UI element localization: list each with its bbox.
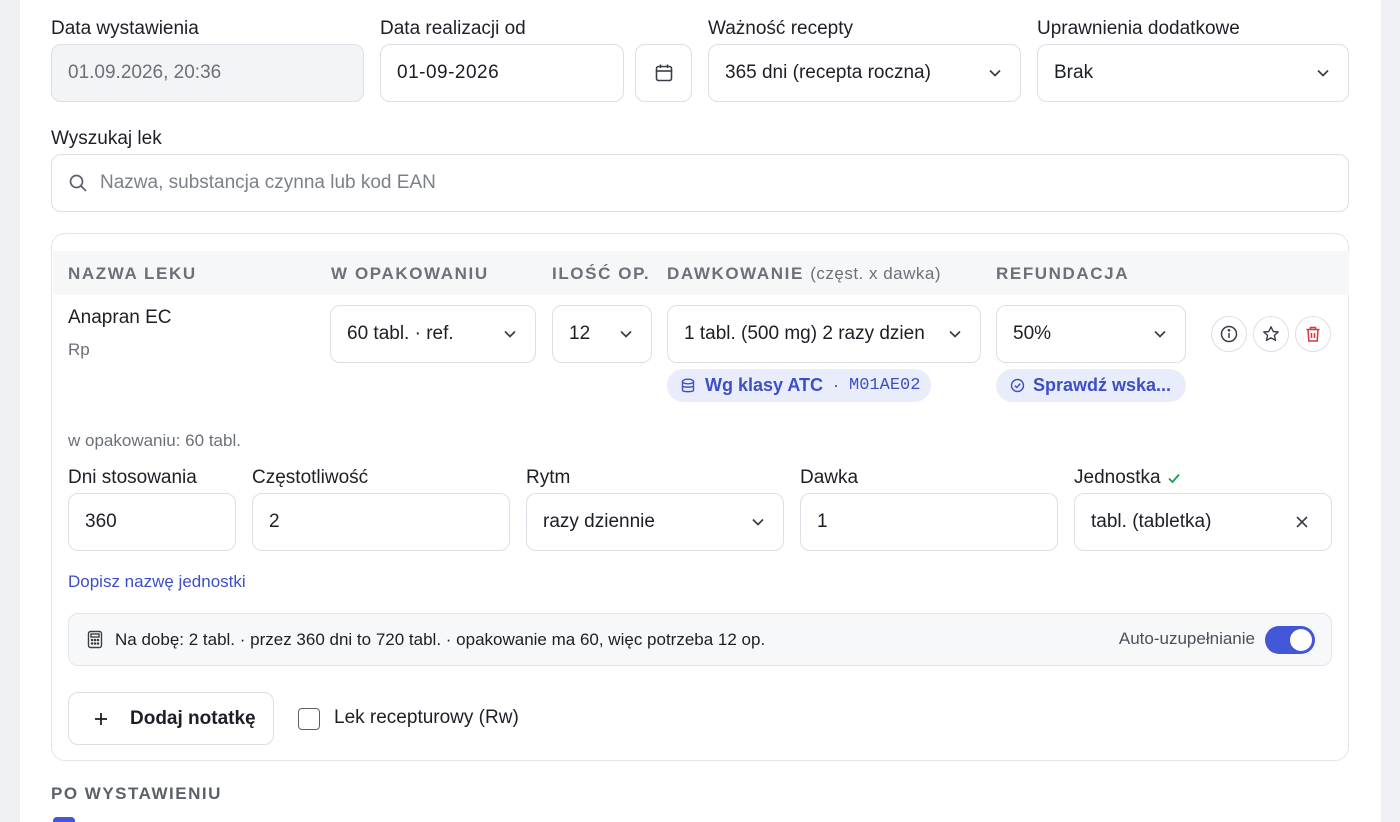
plus-icon [93,711,109,727]
delete-button[interactable] [1295,316,1331,352]
clear-icon[interactable] [1295,515,1309,529]
dose-input[interactable]: 1 [800,493,1058,551]
rhythm-select[interactable]: razy dziennie [526,493,784,551]
database-icon [681,378,695,394]
check-indications-label: Sprawdź wska... [1033,375,1172,395]
col-header-refund: REFUNDACJA [996,264,1130,283]
atc-code: M01AE02 [849,376,921,395]
compounded-label: Lek recepturowy (Rw) [334,707,519,728]
after-issue-heading: PO WYSTAWIENIU [51,784,222,803]
calendar-icon [654,63,674,83]
atc-separator: · [833,375,840,395]
days-input[interactable]: 360 [68,493,236,551]
calc-summary-bar: Na dobę: 2 tabl. · przez 360 dni to 720 … [68,613,1332,666]
drug-type: Rp [68,340,90,359]
search-icon [68,173,88,193]
validity-value: 365 dni (recepta roczna) [725,62,931,83]
compounded-checkbox[interactable] [298,708,320,730]
unit-label-row: Jednostka [1074,467,1181,489]
col-header-dosage: DAWKOWANIE (częst. x dawka) [667,264,941,284]
info-button[interactable] [1211,316,1247,352]
chevron-down-icon [503,327,517,341]
prescription-panel: Data wystawienia 01.09.2026, 20:36 Data … [20,0,1381,822]
issue-date-value: 01.09.2026, 20:36 [68,62,222,83]
check-indications-chip[interactable]: Sprawdź wska... [996,369,1186,402]
extra-rights-select[interactable]: Brak [1037,44,1349,102]
chevron-down-icon [619,327,633,341]
check-circle-icon [1010,378,1025,393]
package-select[interactable]: 60 tabl. · ref. [330,305,536,363]
info-icon [1220,325,1238,343]
search-placeholder: Nazwa, substancja czynna lub kod EAN [100,172,436,193]
autofill-toggle[interactable] [1265,626,1315,654]
validity-label: Ważność recepty [708,18,854,39]
qty-select[interactable]: 12 [552,305,652,363]
chevron-down-icon [751,515,765,529]
refund-select[interactable]: 50% [996,305,1186,363]
chevron-down-icon [988,66,1002,80]
unit-label: Jednostka [1074,467,1161,488]
calculator-icon [87,630,103,649]
col-header-qty: ILOŚĆ OP. [552,264,651,283]
col-header-dosage-hint: (częst. x dawka) [810,264,942,283]
dose-value: 1 [817,511,828,532]
dosage-select[interactable]: 1 tabl. (500 mg) 2 razy dzien [667,305,981,363]
extra-rights-label: Uprawnienia dodatkowe [1037,18,1240,39]
extra-rights-value: Brak [1054,62,1094,83]
chevron-down-icon [948,327,962,341]
dosage-value: 1 tabl. (500 mg) 2 razy dzien [684,323,925,344]
drug-card: NAZWA LEKU W OPAKOWANIU ILOŚĆ OP. DAWKOW… [51,233,1349,761]
realization-date-input[interactable]: 01-09-2026 [380,44,624,102]
frequency-input[interactable]: 2 [252,493,510,551]
checkmark-icon [1167,471,1181,485]
unit-value: tabl. (tabletka) [1091,511,1212,532]
package-value: 60 tabl. · ref. [347,323,454,344]
unit-input[interactable]: tabl. (tabletka) [1074,493,1332,551]
chevron-down-icon [1316,66,1330,80]
col-header-dosage-label: DAWKOWANIE [667,264,804,283]
issue-date-label: Data wystawienia [51,18,199,39]
col-header-package: W OPAKOWANIU [331,264,489,283]
package-note: w opakowaniu: 60 tabl. [68,431,241,450]
validity-select[interactable]: 365 dni (recepta roczna) [708,44,1021,102]
chevron-down-icon [1153,327,1167,341]
autofill-label: Auto-uzupełnianie [1118,629,1255,648]
favorite-button[interactable] [1253,316,1289,352]
star-icon [1262,325,1280,343]
refund-value: 50% [1013,323,1052,344]
atc-class-chip[interactable]: Wg klasy ATC · M01AE02 [667,369,931,402]
realization-date-value: 01-09-2026 [397,62,500,83]
frequency-value: 2 [269,511,280,532]
rhythm-label: Rytm [526,467,571,488]
qty-value: 12 [569,323,591,344]
calendar-button[interactable] [635,44,692,102]
days-value: 360 [85,511,117,532]
dose-label: Dawka [800,467,859,488]
frequency-label: Częstotliwość [252,467,369,488]
after-issue-checkbox[interactable] [53,817,75,822]
trash-icon [1304,325,1322,343]
rhythm-value: razy dziennie [543,511,655,532]
atc-label: Wg klasy ATC [705,375,824,395]
search-input[interactable]: Nazwa, substancja czynna lub kod EAN [51,154,1349,212]
issue-date-field: 01.09.2026, 20:36 [51,44,364,102]
add-note-button[interactable]: Dodaj notatkę [68,692,274,745]
drug-name: Anapran EC [68,307,172,328]
add-unit-name-link[interactable]: Dopisz nazwę jednostki [68,572,246,592]
search-label: Wyszukaj lek [51,128,162,149]
calc-summary-text: Na dobę: 2 tabl. · przez 360 dni to 720 … [115,629,766,649]
col-header-name: NAZWA LEKU [68,264,197,283]
days-label: Dni stosowania [68,467,197,488]
realization-date-label: Data realizacji od [380,18,526,39]
add-note-label: Dodaj notatkę [130,707,256,729]
